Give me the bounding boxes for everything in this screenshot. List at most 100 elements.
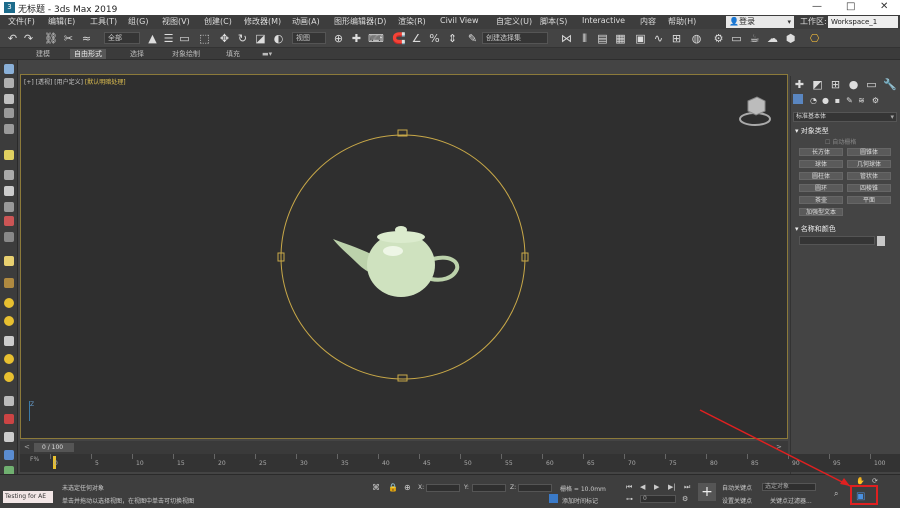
curve-editor-icon[interactable]: ∿ xyxy=(652,32,665,45)
motion-tab-icon[interactable]: ● xyxy=(847,78,860,91)
add-time-tag[interactable]: 添加时间标记 xyxy=(562,496,598,505)
layer-explorer-icon[interactable]: ▦ xyxy=(614,32,627,45)
paint-bucket-icon[interactable] xyxy=(4,396,14,406)
orbit-icon[interactable]: ⟳ xyxy=(872,477,878,485)
tab-object-paint[interactable]: 对象绘制 xyxy=(168,49,204,59)
sign-in-dropdown[interactable]: 👤登录 ▾ xyxy=(726,16,794,28)
menu-help[interactable]: 帮助(H) xyxy=(668,16,696,27)
cylinder-button[interactable]: 圆柱体 xyxy=(799,172,843,180)
edit-named-selection-icon[interactable]: ✎ xyxy=(466,32,479,45)
angle-snap-icon[interactable]: ∠ xyxy=(410,32,423,45)
viewcube[interactable] xyxy=(738,95,772,127)
x-coordinate-field[interactable] xyxy=(426,484,460,492)
geometry-icon[interactable] xyxy=(793,94,803,104)
prev-key-icon[interactable]: ◀ xyxy=(640,483,645,491)
space-warps-icon[interactable]: ≋ xyxy=(855,94,868,107)
named-selection-set-dropdown[interactable]: 创建选择集 xyxy=(482,32,548,44)
menu-icon[interactable] xyxy=(4,124,14,134)
rendered-frame-window-icon[interactable]: ▭ xyxy=(730,32,743,45)
close-button[interactable]: ✕ xyxy=(880,1,888,12)
bind-space-warp-icon[interactable]: ≈ xyxy=(80,32,93,45)
schematic-view-icon[interactable]: ⊞ xyxy=(670,32,683,45)
render-setup-icon[interactable]: ⚙ xyxy=(712,32,725,45)
tube-button[interactable]: 管状体 xyxy=(847,172,891,180)
tab-selection[interactable]: 选择 xyxy=(126,49,148,59)
tab-freeform[interactable]: 自由形式 xyxy=(70,49,106,59)
viewport-label[interactable]: [+] [透视] [用户定义] [默认明暗处理] xyxy=(24,77,126,86)
maximize-button[interactable]: □ xyxy=(846,1,855,12)
modify-tab-icon[interactable]: ◩ xyxy=(811,78,824,91)
autogrid-checkbox[interactable]: ☐ 自动栅格 xyxy=(825,137,856,146)
perspective-viewport[interactable]: Z xyxy=(20,74,788,439)
list-icon[interactable] xyxy=(4,108,14,118)
a360-gallery-icon[interactable]: ⎔ xyxy=(808,32,821,45)
tools-icon[interactable] xyxy=(4,232,14,242)
undo-icon[interactable]: ↶ xyxy=(6,32,19,45)
menu-rendering[interactable]: 渲染(R) xyxy=(398,16,426,27)
menu-graph-editors[interactable]: 图形编辑器(D) xyxy=(334,16,386,27)
cloud-icon[interactable] xyxy=(4,78,14,88)
menu-views[interactable]: 视图(V) xyxy=(162,16,190,27)
utilities-tab-icon[interactable]: 🔧 xyxy=(883,78,897,91)
play-icon[interactable]: ▶ xyxy=(654,483,659,491)
sun2-icon[interactable] xyxy=(4,316,14,326)
pyramid-button[interactable]: 四棱锥 xyxy=(847,184,891,192)
teapot[interactable] xyxy=(333,226,460,297)
geosphere-button[interactable]: 几何球体 xyxy=(847,160,891,168)
menu-create[interactable]: 创建(C) xyxy=(204,16,232,27)
bulb-icon[interactable] xyxy=(4,256,14,266)
time-config-icon[interactable]: ⚙ xyxy=(682,495,688,503)
unlink-icon[interactable]: ✂ xyxy=(62,32,75,45)
select-rotate-icon[interactable]: ↻ xyxy=(236,32,249,45)
systems-icon[interactable]: ⚙ xyxy=(869,94,882,107)
menu-customize[interactable]: 自定义(U) xyxy=(496,16,532,27)
frame-counter[interactable]: 0 / 100 xyxy=(34,443,74,452)
time-tag-icon[interactable] xyxy=(549,494,558,503)
textplus-button[interactable]: 加强型文本 xyxy=(799,208,843,216)
align-icon[interactable]: ⫴ xyxy=(578,32,591,45)
hierarchy-tab-icon[interactable]: ⊞ xyxy=(829,78,842,91)
menu-edit[interactable]: 编辑(E) xyxy=(48,16,75,27)
object-category-dropdown[interactable]: 标准基本体 ▾ xyxy=(793,112,897,122)
current-frame-field[interactable]: 0 xyxy=(640,495,676,503)
spinner-snap-icon[interactable]: ⇕ xyxy=(446,32,459,45)
absolute-mode-icon[interactable]: ⊕ xyxy=(404,483,411,492)
minimize-button[interactable]: — xyxy=(812,1,822,12)
select-scale-icon[interactable]: ◪ xyxy=(254,32,267,45)
render-in-cloud-icon[interactable]: ☁ xyxy=(766,32,779,45)
brush-icon[interactable] xyxy=(4,216,14,226)
select-move-icon[interactable]: ✥ xyxy=(218,32,231,45)
select-manipulate-icon[interactable]: ✚ xyxy=(350,32,363,45)
sphere-icon[interactable] xyxy=(4,278,14,288)
select-by-name-icon[interactable]: ☰ xyxy=(162,32,175,45)
menu-file[interactable]: 文件(F) xyxy=(8,16,35,27)
light-icon[interactable] xyxy=(4,150,14,160)
menu-tools[interactable]: 工具(T) xyxy=(90,16,117,27)
selection-filter-dropdown[interactable]: 全部 xyxy=(104,32,140,44)
tab-modeling[interactable]: 建模 xyxy=(32,49,54,59)
selection-lock-icon[interactable]: 🔒 xyxy=(388,483,398,492)
menu-content[interactable]: 内容 xyxy=(640,16,656,27)
display-tab-icon[interactable]: ▭ xyxy=(865,78,878,91)
menu-group[interactable]: 组(G) xyxy=(128,16,148,27)
grid-icon[interactable] xyxy=(4,170,14,180)
isolate-selection-icon[interactable]: ⌘ xyxy=(372,483,380,492)
orb-icon[interactable] xyxy=(4,354,14,364)
ribbon-toggle-icon[interactable]: ▣ xyxy=(634,32,647,45)
prev-frame-icon[interactable]: < xyxy=(24,443,30,451)
plane-button[interactable]: 平面 xyxy=(847,196,891,204)
placement-icon[interactable]: ◐ xyxy=(272,32,285,45)
object-name-input[interactable] xyxy=(799,236,875,245)
eyedropper-icon[interactable] xyxy=(4,414,14,424)
object-type-rollout[interactable]: ▾ 对象类型 xyxy=(795,126,829,136)
name-and-color-rollout[interactable]: ▾ 名称和颜色 xyxy=(795,224,836,234)
teapot-button[interactable]: 茶壶 xyxy=(799,196,843,204)
key-mode-icon[interactable]: ⊶ xyxy=(626,495,633,503)
percent-snap-icon[interactable]: % xyxy=(428,32,441,45)
reference-coordinate-dropdown[interactable]: 视图 xyxy=(292,32,326,44)
menu-animation[interactable]: 动画(A) xyxy=(292,16,320,27)
rect-selection-icon[interactable]: ▭ xyxy=(178,32,191,45)
keyboard-shortcut-icon[interactable]: ⌨ xyxy=(368,32,384,45)
sun-icon[interactable] xyxy=(4,298,14,308)
snap-toggle-icon[interactable]: 🧲 xyxy=(392,32,406,45)
